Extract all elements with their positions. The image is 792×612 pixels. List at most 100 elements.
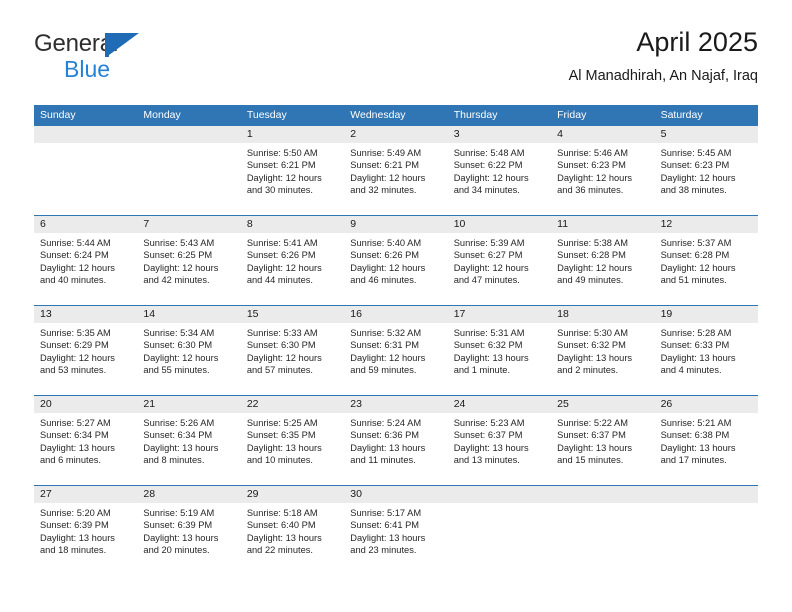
brand-logo[interactable]: General Blue xyxy=(34,30,264,92)
day-cell[interactable]: Sunrise: 5:19 AM Sunset: 6:39 PM Daylight:… xyxy=(137,503,240,575)
day-number[interactable]: 12 xyxy=(655,216,758,233)
week-daynumber-band: 27 28 29 30 xyxy=(34,486,758,503)
day-cell[interactable]: Sunrise: 5:37 AM Sunset: 6:28 PM Daylight:… xyxy=(655,233,758,305)
day-cell[interactable]: Sunrise: 5:41 AM Sunset: 6:26 PM Daylight:… xyxy=(241,233,344,305)
sunrise-text: Sunrise: 5:39 AM xyxy=(453,238,525,248)
day-number[interactable]: 4 xyxy=(551,126,654,143)
day-number[interactable]: 26 xyxy=(655,396,758,413)
sunset-text: Sunset: 6:33 PM xyxy=(660,340,730,351)
day-cell[interactable]: Sunrise: 5:35 AM Sunset: 6:29 PM Daylight:… xyxy=(34,323,137,395)
day-number[interactable]: 11 xyxy=(551,216,654,233)
day-cell[interactable]: Sunrise: 5:22 AM Sunset: 6:37 PM Daylight:… xyxy=(551,413,654,485)
day-cell[interactable]: Sunrise: 5:23 AM Sunset: 6:37 PM Daylight:… xyxy=(448,413,551,485)
day-cell[interactable]: Sunrise: 5:30 AM Sunset: 6:32 PM Daylight:… xyxy=(551,323,654,395)
day-number[interactable]: 13 xyxy=(34,306,137,323)
daylight-text: Daylight: 13 hours xyxy=(557,352,633,363)
day-cell[interactable]: Sunrise: 5:28 AM Sunset: 6:33 PM Daylight:… xyxy=(655,323,758,395)
day-number[interactable] xyxy=(655,486,758,503)
day-cell[interactable]: Sunrise: 5:34 AM Sunset: 6:30 PM Daylight:… xyxy=(137,323,240,395)
day-number[interactable]: 24 xyxy=(448,396,551,413)
day-number[interactable]: 25 xyxy=(551,396,654,413)
day-number[interactable]: 16 xyxy=(344,306,447,323)
daylight-text-cont: and 18 minutes. xyxy=(40,545,107,556)
sunrise-text: Sunrise: 5:30 AM xyxy=(557,328,628,338)
daylight-text: Daylight: 12 hours xyxy=(350,352,426,363)
weekday-header-row: Sunday Monday Tuesday Wednesday Thursday… xyxy=(34,105,758,126)
day-number[interactable] xyxy=(448,486,551,503)
daylight-text: Daylight: 12 hours xyxy=(350,262,426,273)
day-number[interactable]: 6 xyxy=(34,216,137,233)
day-number[interactable]: 29 xyxy=(241,486,344,503)
day-cell[interactable]: Sunrise: 5:27 AM Sunset: 6:34 PM Daylight:… xyxy=(34,413,137,485)
day-cell[interactable]: Sunrise: 5:45 AM Sunset: 6:23 PM Daylight:… xyxy=(655,143,758,215)
day-cell[interactable]: Sunrise: 5:31 AM Sunset: 6:32 PM Daylight:… xyxy=(448,323,551,395)
daylight-text: Daylight: 12 hours xyxy=(40,262,115,273)
day-number[interactable]: 22 xyxy=(241,396,344,413)
day-number[interactable]: 5 xyxy=(655,126,758,143)
daylight-text-cont: and 38 minutes. xyxy=(660,185,727,196)
week-daynumber-band: 20 21 22 23 24 25 26 xyxy=(34,396,758,413)
sunset-text: Sunset: 6:39 PM xyxy=(40,520,109,531)
day-cell[interactable]: Sunrise: 5:38 AM Sunset: 6:28 PM Daylight:… xyxy=(551,233,654,305)
day-cell[interactable]: Sunrise: 5:46 AM Sunset: 6:23 PM Daylight:… xyxy=(551,143,654,215)
day-cell[interactable]: Sunrise: 5:21 AM Sunset: 6:38 PM Daylight:… xyxy=(655,413,758,485)
day-number[interactable]: 28 xyxy=(137,486,240,503)
daylight-text-cont: and 20 minutes. xyxy=(143,545,210,556)
day-number[interactable]: 10 xyxy=(448,216,551,233)
day-cell[interactable]: Sunrise: 5:20 AM Sunset: 6:39 PM Daylight:… xyxy=(34,503,137,575)
day-number[interactable]: 19 xyxy=(655,306,758,323)
day-cell[interactable]: Sunrise: 5:39 AM Sunset: 6:27 PM Daylight:… xyxy=(448,233,551,305)
day-number[interactable] xyxy=(551,486,654,503)
sunrise-text: Sunrise: 5:26 AM xyxy=(143,418,215,428)
day-cell[interactable]: Sunrise: 5:48 AM Sunset: 6:22 PM Daylight:… xyxy=(448,143,551,215)
day-number[interactable]: 2 xyxy=(344,126,447,143)
daylight-text: Daylight: 12 hours xyxy=(453,172,529,183)
day-number[interactable]: 8 xyxy=(241,216,344,233)
day-number[interactable]: 7 xyxy=(137,216,240,233)
day-cell[interactable]: Sunrise: 5:40 AM Sunset: 6:26 PM Daylight:… xyxy=(344,233,447,305)
day-cell[interactable]: Sunrise: 5:33 AM Sunset: 6:30 PM Daylight:… xyxy=(241,323,344,395)
sunset-text: Sunset: 6:37 PM xyxy=(557,430,626,441)
sunset-text: Sunset: 6:26 PM xyxy=(246,250,316,261)
day-number[interactable] xyxy=(137,126,240,143)
sunrise-text: Sunrise: 5:17 AM xyxy=(350,508,422,518)
day-cell[interactable]: Sunrise: 5:43 AM Sunset: 6:25 PM Daylight:… xyxy=(137,233,240,305)
daylight-text: Daylight: 13 hours xyxy=(453,442,529,453)
sunrise-text: Sunrise: 5:18 AM xyxy=(246,508,318,518)
day-number[interactable]: 27 xyxy=(34,486,137,503)
daylight-text-cont: and 11 minutes. xyxy=(350,455,416,466)
day-cell[interactable]: Sunrise: 5:24 AM Sunset: 6:36 PM Daylight:… xyxy=(344,413,447,485)
sunset-text: Sunset: 6:29 PM xyxy=(40,340,109,351)
daylight-text: Daylight: 12 hours xyxy=(246,262,322,273)
sunrise-text: Sunrise: 5:20 AM xyxy=(40,508,111,518)
daylight-text-cont: and 30 minutes. xyxy=(246,185,313,196)
day-number[interactable]: 18 xyxy=(551,306,654,323)
day-number[interactable]: 3 xyxy=(448,126,551,143)
day-number[interactable]: 9 xyxy=(344,216,447,233)
day-number[interactable]: 23 xyxy=(344,396,447,413)
brand-logo-bottom: Blue xyxy=(34,56,264,82)
day-cell[interactable]: Sunrise: 5:26 AM Sunset: 6:34 PM Daylight:… xyxy=(137,413,240,485)
day-cell[interactable]: Sunrise: 5:32 AM Sunset: 6:31 PM Daylight:… xyxy=(344,323,447,395)
sunrise-text: Sunrise: 5:43 AM xyxy=(143,238,215,248)
day-cell[interactable]: Sunrise: 5:17 AM Sunset: 6:41 PM Daylight:… xyxy=(344,503,447,575)
day-cell[interactable]: Sunrise: 5:49 AM Sunset: 6:21 PM Daylight:… xyxy=(344,143,447,215)
day-cell[interactable]: Sunrise: 5:50 AM Sunset: 6:21 PM Daylight:… xyxy=(241,143,344,215)
day-number[interactable]: 21 xyxy=(137,396,240,413)
day-cell[interactable]: Sunrise: 5:18 AM Sunset: 6:40 PM Daylight:… xyxy=(241,503,344,575)
weekday-header-tuesday: Tuesday xyxy=(246,109,287,121)
day-number[interactable] xyxy=(34,126,137,143)
day-number[interactable]: 30 xyxy=(344,486,447,503)
day-cell[interactable]: Sunrise: 5:44 AM Sunset: 6:24 PM Daylight:… xyxy=(34,233,137,305)
sunset-text: Sunset: 6:37 PM xyxy=(453,430,523,441)
sunrise-text: Sunrise: 5:45 AM xyxy=(660,148,732,158)
day-number[interactable]: 15 xyxy=(241,306,344,323)
day-number[interactable]: 14 xyxy=(137,306,240,323)
day-number[interactable]: 17 xyxy=(448,306,551,323)
week-cell-band: Sunrise: 5:44 AM Sunset: 6:24 PM Daylight:… xyxy=(34,233,758,305)
day-number[interactable]: 20 xyxy=(34,396,137,413)
daylight-text-cont: and 59 minutes. xyxy=(350,365,417,376)
day-number[interactable]: 1 xyxy=(241,126,344,143)
sunset-text: Sunset: 6:28 PM xyxy=(660,250,730,261)
day-cell[interactable]: Sunrise: 5:25 AM Sunset: 6:35 PM Daylight:… xyxy=(241,413,344,485)
